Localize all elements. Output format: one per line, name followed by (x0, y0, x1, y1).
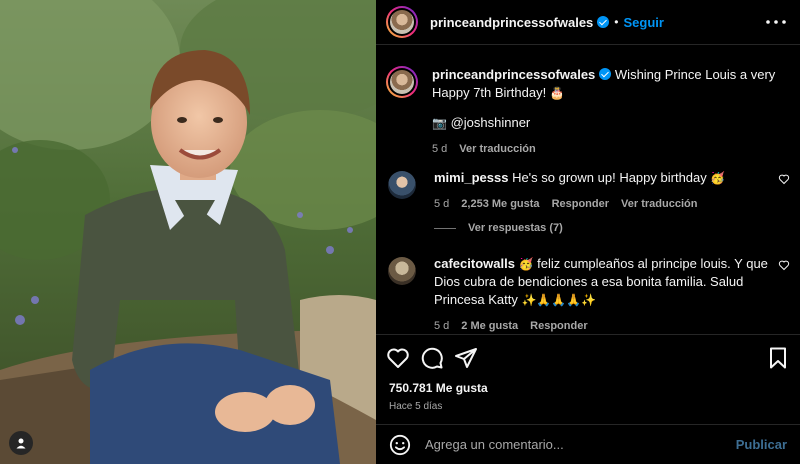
reply-button[interactable]: Responder (552, 195, 609, 213)
party-emoji: 🥳 (518, 257, 534, 271)
sparkles-pray-emoji: ✨🙏🙏🙏✨ (521, 293, 597, 307)
prince-portrait-image (0, 0, 376, 464)
comment-text: He's so grown up! Happy birthday (512, 170, 707, 185)
emoji-icon[interactable] (389, 434, 411, 456)
tagged-users-button[interactable] (9, 431, 33, 455)
more-options-icon[interactable] (764, 10, 788, 34)
view-replies-button[interactable]: Ver respuestas (7) (434, 222, 563, 234)
author-avatar[interactable] (386, 66, 418, 98)
comment-likes[interactable]: 2 Me gusta (461, 317, 518, 334)
author-username[interactable]: princeandprincessofwales (430, 15, 593, 30)
view-replies-label: Ver respuestas (7) (468, 222, 563, 234)
comment: cafecitowalls 🥳 feliz cumpleaños al prin… (386, 255, 790, 334)
post-header: princeandprincessofwales • Seguir (376, 0, 800, 45)
comment-age[interactable]: 5 d (434, 195, 449, 213)
party-emoji: 🥳 (710, 171, 726, 185)
like-comment-heart-icon[interactable] (778, 259, 790, 271)
post-photo[interactable] (0, 0, 376, 464)
comment-icon[interactable] (420, 346, 444, 370)
share-icon[interactable] (454, 346, 478, 370)
author-avatar[interactable] (386, 6, 418, 38)
add-comment-bar: Publicar (376, 424, 800, 464)
photographer-mention[interactable]: @joshshinner (451, 115, 531, 130)
commenter-username[interactable]: mimi_pesss (434, 170, 508, 185)
camera-emoji: 📷 (432, 116, 447, 130)
comment-likes[interactable]: 2,253 Me gusta (461, 195, 539, 213)
caption: princeandprincessofwales Wishing Prince … (386, 66, 790, 158)
comment-input[interactable] (425, 437, 736, 452)
post-time[interactable]: Hace 5 días (389, 401, 442, 412)
comment: mimi_pesss He's so grown up! Happy birth… (386, 169, 790, 213)
caption-translate-link[interactable]: Ver traducción (459, 140, 535, 158)
comments-section[interactable]: princeandprincessofwales Wishing Prince … (376, 46, 800, 334)
replies-divider (434, 227, 456, 229)
translate-link[interactable]: Ver traducción (621, 195, 697, 213)
publish-button[interactable]: Publicar (736, 437, 787, 452)
likes-count[interactable]: 750.781 Me gusta (389, 381, 488, 395)
caption-age[interactable]: 5 d (432, 140, 447, 158)
heart-icon[interactable] (386, 346, 410, 370)
cake-emoji: 🎂 (549, 86, 565, 100)
commenter-avatar[interactable] (388, 171, 416, 199)
commenter-username[interactable]: cafecitowalls (434, 256, 515, 271)
post-actions-bar (376, 334, 800, 380)
post-side-panel: princeandprincessofwales • Seguir prince… (376, 0, 800, 464)
follow-button[interactable]: Seguir (623, 15, 663, 30)
verified-badge-icon (597, 16, 610, 28)
commenter-avatar[interactable] (388, 257, 416, 285)
user-icon (16, 438, 26, 449)
like-comment-heart-icon[interactable] (778, 173, 790, 185)
separator-dot: • (614, 15, 619, 29)
verified-badge-icon (599, 68, 612, 80)
bookmark-icon[interactable] (766, 346, 790, 370)
comment-age[interactable]: 5 d (434, 317, 449, 334)
reply-button[interactable]: Responder (530, 317, 587, 334)
caption-username[interactable]: princeandprincessofwales (432, 67, 595, 82)
